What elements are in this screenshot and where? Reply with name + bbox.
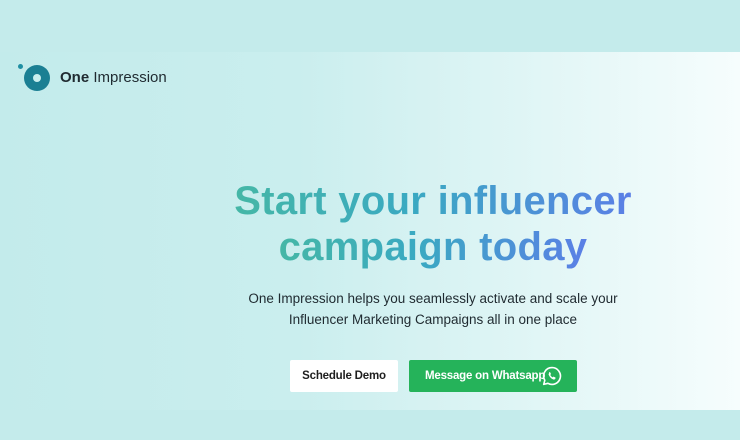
message-whatsapp-label: Message on Whatsapp xyxy=(425,370,546,382)
subtitle-line-2: Influencer Marketing Campaigns all in on… xyxy=(288,312,578,327)
brand-name-bold: One xyxy=(60,68,90,86)
top-band xyxy=(0,0,740,52)
brand-logo[interactable]: One Impression xyxy=(18,62,167,92)
brand-name-regular: Impression xyxy=(89,68,167,86)
headline-line-2: campaign today xyxy=(278,225,588,269)
message-whatsapp-button[interactable]: Message on Whatsapp xyxy=(409,360,577,392)
hero-subtitle: One Impression helps you seamlessly acti… xyxy=(200,288,666,330)
one-impression-logo-icon xyxy=(18,62,54,92)
schedule-demo-label: Schedule Demo xyxy=(302,370,386,382)
bottom-band xyxy=(0,410,740,440)
subtitle-line-1: One Impression helps you seamlessly acti… xyxy=(248,291,618,306)
brand-name: One Impression xyxy=(60,69,167,86)
schedule-demo-button[interactable]: Schedule Demo xyxy=(290,360,398,392)
hero-headline: Start your influencer campaign today xyxy=(200,178,666,270)
headline-line-1: Start your influencer xyxy=(234,179,632,223)
whatsapp-icon xyxy=(542,366,562,386)
